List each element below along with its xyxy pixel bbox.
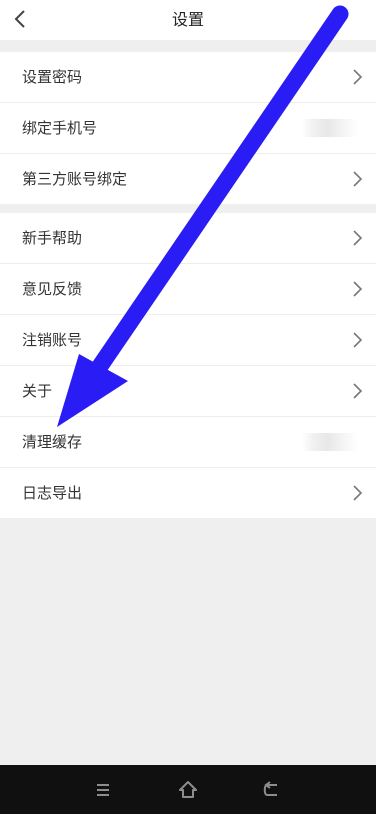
chevron-right-icon (353, 485, 363, 501)
page-title: 设置 (171, 10, 204, 29)
row-label: 关于 (22, 382, 53, 400)
row-set-password[interactable]: 设置密码 (0, 52, 376, 103)
row-beginner-help[interactable]: 新手帮助 (0, 213, 376, 264)
row-label: 清理缓存 (22, 433, 83, 451)
chevron-right-icon (353, 230, 363, 246)
back-icon[interactable] (258, 777, 284, 803)
row-label: 设置密码 (22, 68, 83, 86)
redacted-cache-size (302, 433, 358, 451)
row-delete-account[interactable]: 注销账号 (0, 315, 376, 366)
row-feedback[interactable]: 意见反馈 (0, 264, 376, 315)
home-icon[interactable] (175, 777, 201, 803)
settings-group-support: 新手帮助 意见反馈 注销账号 关于 清理缓存 日志导出 (0, 213, 376, 518)
row-export-logs[interactable]: 日志导出 (0, 468, 376, 518)
top-bar: 设置 (0, 0, 376, 40)
row-third-party-binding[interactable]: 第三方账号绑定 (0, 154, 376, 204)
row-label: 绑定手机号 (22, 119, 98, 137)
chevron-right-icon (353, 171, 363, 187)
settings-group-account: 设置密码 绑定手机号 第三方账号绑定 (0, 52, 376, 204)
chevron-right-icon (353, 332, 363, 348)
row-label: 第三方账号绑定 (22, 170, 128, 188)
chevron-right-icon (353, 281, 363, 297)
row-label: 日志导出 (22, 484, 83, 502)
row-label: 意见反馈 (22, 280, 83, 298)
menu-icon[interactable] (90, 777, 116, 803)
row-bind-phone[interactable]: 绑定手机号 (0, 103, 376, 154)
row-clear-cache[interactable]: 清理缓存 (0, 417, 376, 468)
row-label: 注销账号 (22, 331, 83, 349)
row-about[interactable]: 关于 (0, 366, 376, 417)
chevron-right-icon (353, 383, 363, 399)
system-navigation-bar (0, 765, 376, 814)
chevron-right-icon (353, 69, 363, 85)
redacted-phone-value (302, 119, 358, 137)
row-label: 新手帮助 (22, 229, 83, 247)
